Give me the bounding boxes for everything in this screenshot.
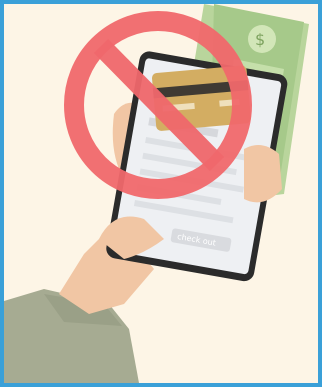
no-card-no-cash-illustration: $ check out bbox=[4, 4, 318, 383]
illustration-frame: $ check out bbox=[0, 0, 322, 387]
dollar-icon: $ bbox=[255, 30, 265, 49]
fingers bbox=[244, 145, 282, 203]
